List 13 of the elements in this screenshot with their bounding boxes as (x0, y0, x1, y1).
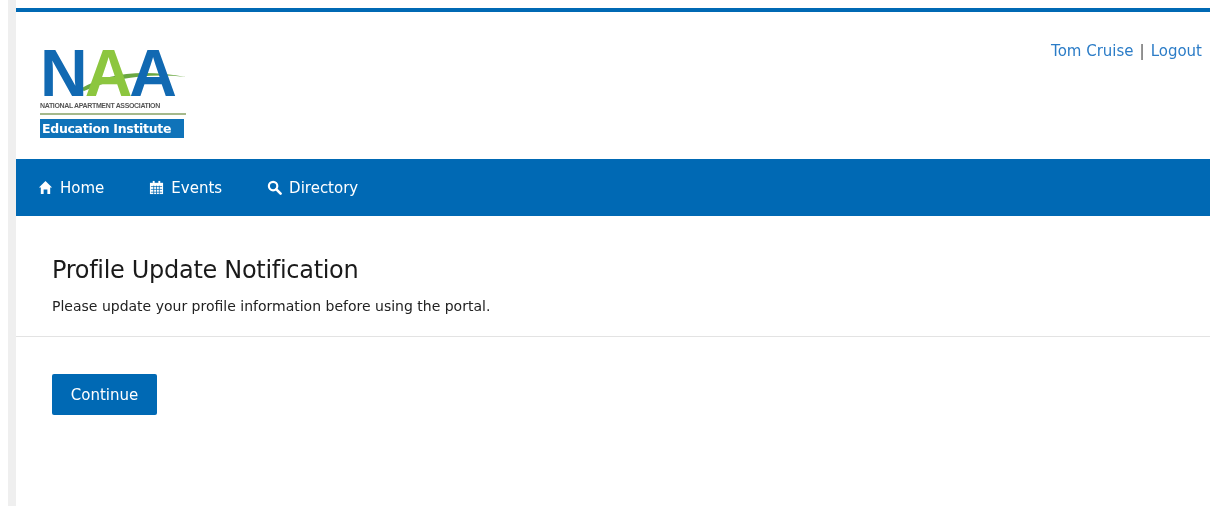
user-name-link[interactable]: Tom Cruise (1051, 42, 1134, 60)
logo-subtitle: Education Institute (40, 119, 184, 138)
separator: | (1139, 42, 1145, 60)
nav-link[interactable]: Events (149, 178, 223, 197)
home-icon (38, 180, 53, 195)
page-title: Profile Update Notification (52, 255, 360, 286)
search-icon (267, 180, 283, 195)
continue-button[interactable]: Continue (52, 374, 157, 415)
nav-link[interactable]: Directory (267, 178, 359, 197)
notice-message: Please update your profile information before using the portal. (52, 297, 492, 316)
calendar-icon (149, 180, 165, 195)
logout-link[interactable]: Logout (1150, 42, 1202, 60)
nav-link[interactable]: Home (38, 178, 105, 197)
